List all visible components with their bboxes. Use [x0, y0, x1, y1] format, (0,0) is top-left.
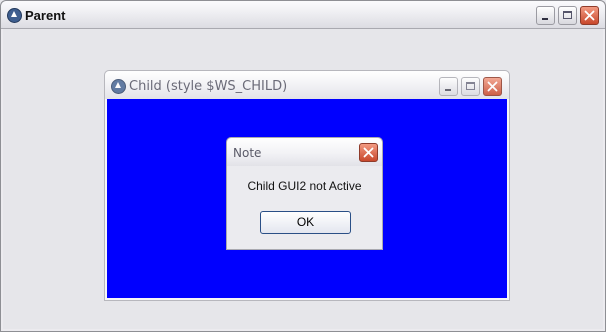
- minimize-icon: [542, 18, 548, 20]
- parent-maximize-button[interactable]: [558, 6, 577, 25]
- app-icon: [111, 79, 126, 94]
- app-icon: [7, 8, 22, 23]
- close-icon: [363, 147, 374, 158]
- close-icon: [584, 10, 595, 21]
- child-maximize-button[interactable]: [461, 77, 480, 96]
- child-close-button[interactable]: [483, 77, 502, 96]
- note-titlebar[interactable]: Note: [227, 138, 382, 166]
- note-title: Note: [233, 146, 262, 160]
- maximize-icon: [563, 11, 572, 19]
- parent-title: Parent: [25, 8, 66, 23]
- parent-titlebar[interactable]: Parent: [1, 1, 605, 29]
- minimize-icon: [445, 89, 451, 91]
- maximize-icon: [466, 82, 475, 90]
- note-dialog: Note Child GUI2 not Active OK: [226, 137, 383, 250]
- child-title: Child (style $WS_CHILD): [129, 79, 288, 94]
- note-close-button[interactable]: [359, 143, 378, 162]
- parent-minimize-button[interactable]: [536, 6, 555, 25]
- child-titlebar[interactable]: Child (style $WS_CHILD): [105, 71, 509, 99]
- child-minimize-button[interactable]: [439, 77, 458, 96]
- ok-button[interactable]: OK: [260, 211, 351, 234]
- note-message: Child GUI2 not Active: [247, 179, 362, 193]
- close-icon: [487, 81, 498, 92]
- parent-close-button[interactable]: [580, 6, 599, 25]
